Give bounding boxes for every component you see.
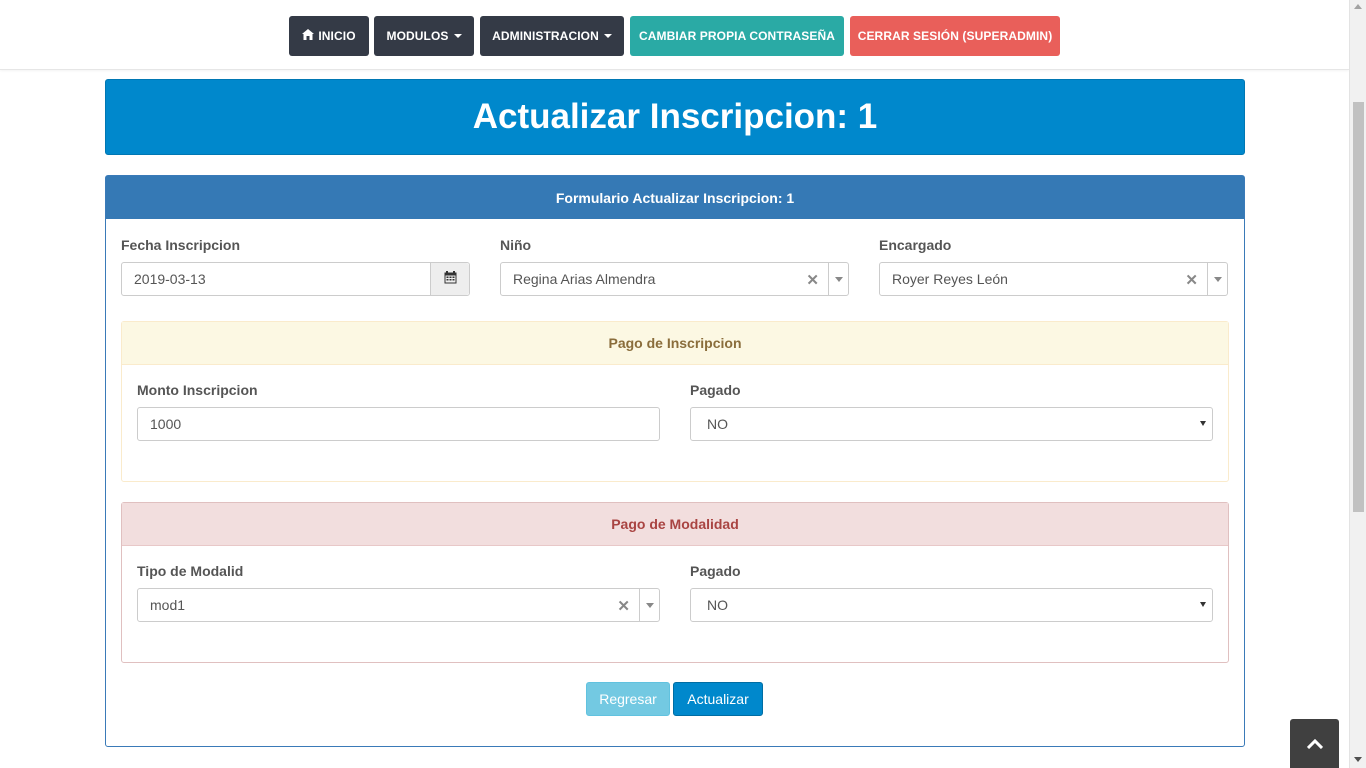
back-button[interactable]: Regresar bbox=[586, 682, 670, 716]
fecha-value: 2019-03-13 bbox=[134, 271, 206, 287]
fecha-label: Fecha Inscripcion bbox=[121, 237, 241, 253]
select-separator bbox=[639, 589, 640, 621]
tipo-modalidad-value: mod1 bbox=[150, 597, 186, 613]
top-navbar: INICIO MODULOS ADMINISTRACION CAMBIAR PR… bbox=[0, 0, 1349, 70]
monto-label: Monto Inscripcion bbox=[137, 382, 258, 398]
page-title: Actualizar Inscripcion: 1 bbox=[472, 97, 878, 136]
encargado-select[interactable]: Royer Reyes León ✕ bbox=[879, 262, 1228, 296]
change-password-button[interactable]: CAMBIAR PROPIA CONTRASEÑA bbox=[630, 16, 844, 56]
tipo-modalidad-select[interactable]: mod1 ✕ bbox=[137, 588, 660, 622]
nino-label: Niño bbox=[500, 237, 532, 253]
page-title-banner: Actualizar Inscripcion: 1 bbox=[105, 79, 1245, 155]
pagado-inscripcion-label: Pagado bbox=[690, 382, 741, 398]
home-icon bbox=[302, 29, 315, 43]
chevron-down-icon[interactable] bbox=[835, 277, 843, 282]
monto-input[interactable]: 1000 bbox=[137, 407, 660, 441]
chevron-down-icon bbox=[1200, 602, 1206, 607]
clear-icon[interactable]: ✕ bbox=[806, 271, 819, 289]
pagado-inscripcion-value: NO bbox=[707, 416, 728, 432]
select-separator bbox=[828, 263, 829, 295]
fecha-input[interactable]: 2019-03-13 bbox=[121, 262, 470, 296]
calendar-icon bbox=[444, 271, 457, 287]
logout-button[interactable]: CERRAR SESIÓN (SUPERADMIN) bbox=[850, 16, 1060, 56]
nino-value: Regina Arias Almendra bbox=[513, 271, 656, 287]
chevron-down-icon[interactable] bbox=[646, 603, 654, 608]
form-header: Formulario Actualizar Inscripcion: 1 bbox=[106, 176, 1244, 219]
nav-modulos-label: MODULOS bbox=[386, 29, 449, 43]
pago-modalidad-title: Pago de Modalidad bbox=[122, 503, 1228, 546]
tipo-modalidad-label: Tipo de Modalid bbox=[137, 563, 244, 579]
encargado-label: Encargado bbox=[879, 237, 952, 253]
nav-admin-label: ADMINISTRACION bbox=[492, 29, 599, 43]
logout-label: CERRAR SESIÓN (SUPERADMIN) bbox=[857, 29, 1053, 43]
caret-down-icon bbox=[453, 34, 462, 38]
clear-icon[interactable]: ✕ bbox=[1185, 271, 1198, 289]
scroll-down-arrow-icon[interactable] bbox=[1354, 757, 1362, 762]
pagado-modalidad-value: NO bbox=[707, 597, 728, 613]
pago-inscripcion-title: Pago de Inscripcion bbox=[122, 322, 1228, 365]
nav-home-label: INICIO bbox=[318, 29, 356, 43]
nav-modulos-dropdown[interactable]: MODULOS bbox=[374, 16, 474, 56]
caret-down-icon bbox=[603, 34, 612, 38]
clear-icon[interactable]: ✕ bbox=[617, 597, 630, 615]
pago-inscripcion-panel: Pago de Inscripcion Monto Inscripcion 10… bbox=[121, 321, 1229, 482]
chevron-down-icon[interactable] bbox=[1214, 277, 1222, 282]
nino-select[interactable]: Regina Arias Almendra ✕ bbox=[500, 262, 849, 296]
pago-modalidad-panel: Pago de Modalidad Tipo de Modalid mod1 ✕… bbox=[121, 502, 1229, 663]
nav-home-button[interactable]: INICIO bbox=[289, 16, 369, 56]
update-form-panel: Formulario Actualizar Inscripcion: 1 Fec… bbox=[105, 175, 1245, 747]
change-password-label: CAMBIAR PROPIA CONTRASEÑA bbox=[638, 29, 836, 43]
page-scrollbar[interactable] bbox=[1349, 0, 1366, 768]
nav-admin-dropdown[interactable]: ADMINISTRACION bbox=[480, 16, 624, 56]
update-button[interactable]: Actualizar bbox=[673, 682, 763, 716]
chevron-up-icon bbox=[1306, 734, 1323, 753]
encargado-value: Royer Reyes León bbox=[892, 271, 1008, 287]
scroll-to-top-button[interactable] bbox=[1290, 719, 1339, 768]
scroll-up-arrow-icon[interactable] bbox=[1354, 4, 1362, 9]
pagado-modalidad-select[interactable]: NO bbox=[690, 588, 1213, 622]
select-separator bbox=[1207, 263, 1208, 295]
monto-value: 1000 bbox=[150, 416, 182, 432]
calendar-button[interactable] bbox=[430, 263, 469, 295]
pagado-modalidad-label: Pagado bbox=[690, 563, 741, 579]
scrollbar-thumb[interactable] bbox=[1353, 102, 1364, 512]
chevron-down-icon bbox=[1200, 421, 1206, 426]
pagado-inscripcion-select[interactable]: NO bbox=[690, 407, 1213, 441]
